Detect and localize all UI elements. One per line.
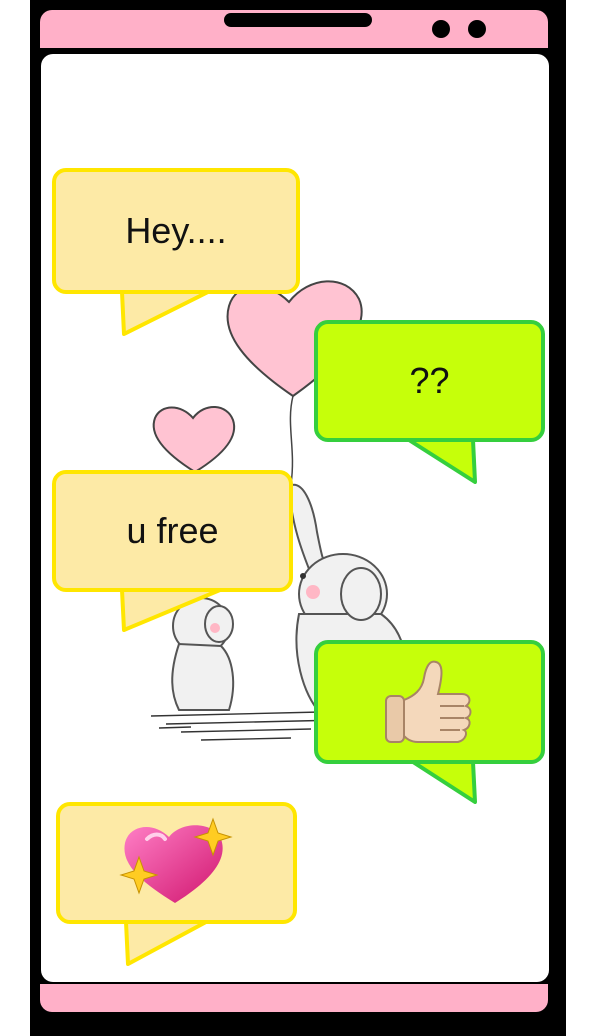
front-camera-icon (432, 20, 450, 38)
message-text: ?? (409, 360, 450, 401)
bubble-tail (120, 588, 221, 632)
bubble-tail (407, 438, 477, 484)
phone-bottom-bar (40, 984, 548, 1012)
message-bubble-u-free[interactable]: u free (52, 470, 293, 592)
sensor-icon (468, 20, 486, 38)
bubble-tail (120, 290, 209, 336)
message-text: Hey.... (125, 210, 227, 251)
bubble-tail (124, 920, 207, 966)
message-bubble-thumbs-up[interactable] (314, 640, 545, 764)
thumbs-up-emoji-icon (384, 660, 471, 743)
bubble-tail (411, 760, 477, 804)
chat-screen[interactable]: Hey.... ?? u free (41, 54, 549, 982)
message-bubble-hey[interactable]: Hey.... (52, 168, 300, 294)
small-heart-balloon-icon (152, 406, 236, 474)
message-text: u free (126, 510, 219, 551)
message-bubble-heart[interactable] (56, 802, 297, 924)
ground-lines (150, 711, 342, 741)
speaker-grille (224, 13, 372, 27)
message-bubble-question[interactable]: ?? (314, 320, 545, 442)
sparkling-heart-emoji-icon (118, 817, 233, 903)
